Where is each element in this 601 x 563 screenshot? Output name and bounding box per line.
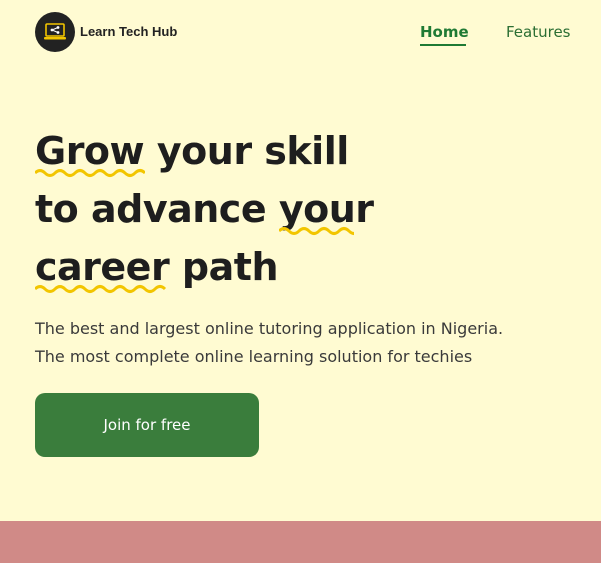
wavy-underline [35,285,167,293]
headline-line-1: Grow your skill [35,122,374,180]
highlighted-word: career [35,238,170,296]
headline-line-3: career path [35,238,374,296]
site-header: Learn Tech Hub Home Features [0,0,601,64]
hero-subtitle: The best and largest online tutoring app… [35,315,595,371]
headline-line-2: to advance your [35,180,374,238]
logo[interactable] [35,12,75,52]
nav-active-indicator [420,44,466,46]
next-section-band [0,521,601,563]
wavy-underline [278,227,354,235]
laptop-share-icon [44,23,66,40]
nav-home-link[interactable]: Home [420,23,469,41]
hero-headline: Grow your skill to advance your career p… [35,122,374,296]
subtitle-line-2: The most complete online learning soluti… [35,347,473,366]
subtitle-line-1: The best and largest online tutoring app… [35,319,504,338]
highlighted-word: Grow [35,122,145,180]
highlighted-word: your [278,180,374,238]
nav-features-link[interactable]: Features [506,23,571,41]
wavy-underline [35,169,145,177]
join-for-free-button[interactable]: Join for free [35,393,259,457]
brand-name: Learn Tech Hub [80,24,178,39]
